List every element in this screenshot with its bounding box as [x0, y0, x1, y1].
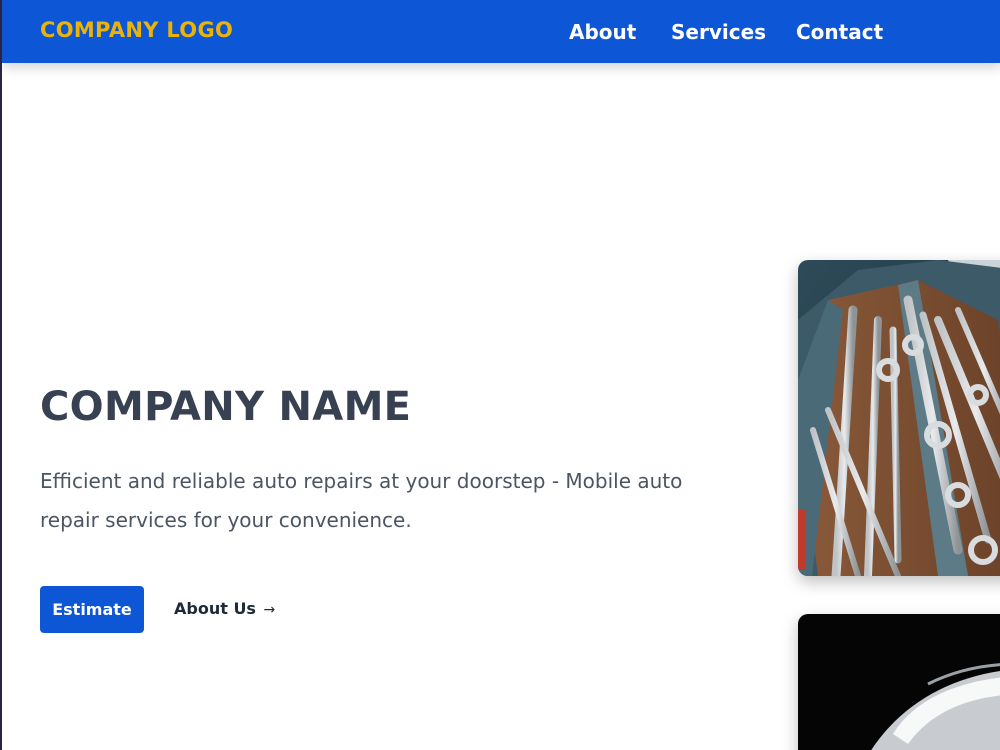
nav-link-about[interactable]: About — [569, 20, 636, 44]
page: COMPANY LOGO About Services Contact COMP… — [0, 0, 1000, 750]
about-us-link-label: About Us — [174, 599, 256, 618]
arrow-right-icon: → — [263, 602, 276, 618]
car-image — [798, 614, 1000, 750]
company-logo[interactable]: COMPANY LOGO — [40, 18, 233, 42]
hero-title: COMPANY NAME — [40, 384, 412, 430]
navbar: COMPANY LOGO About Services Contact — [2, 0, 1000, 63]
tools-image — [798, 260, 1000, 576]
nav-link-contact[interactable]: Contact — [796, 20, 883, 44]
hero-subtitle: Efficient and reliable auto repairs at y… — [40, 469, 683, 532]
car-photo-graphic — [798, 614, 1000, 750]
estimate-button[interactable]: Estimate — [40, 586, 144, 633]
nav-link-services[interactable]: Services — [671, 20, 766, 44]
about-us-link[interactable]: About Us → — [174, 599, 275, 618]
tools-photo-graphic — [798, 260, 1000, 576]
